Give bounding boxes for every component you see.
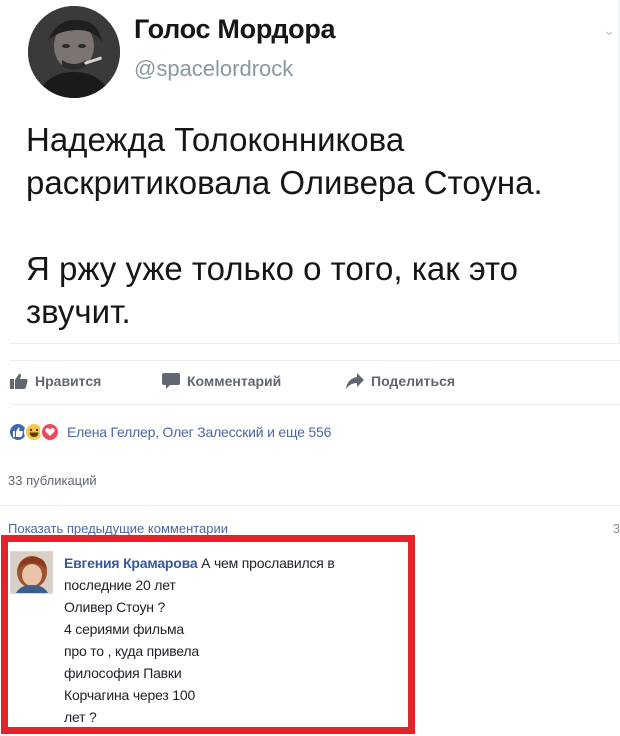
divider (10, 404, 620, 405)
chevron-down-icon[interactable]: ⌄ (603, 22, 615, 39)
comment-text-line: Оливер Стоун ? (64, 599, 166, 615)
comment-icon (162, 373, 180, 389)
divider (10, 360, 620, 361)
comment-text-line: Корчагина через 100 (64, 687, 196, 703)
commenter-avatar[interactable] (10, 551, 53, 594)
tweet-paragraph: Я ржу уже только о того, как это звучит. (26, 250, 519, 330)
like-button[interactable]: Нравится (10, 373, 101, 389)
tweet-author-name[interactable]: Голос Мордора (134, 14, 336, 45)
like-label: Нравится (35, 373, 102, 389)
embedded-tweet: Голос Мордора @spacelordrock ⌄ Надежда Т… (10, 0, 620, 344)
comment-label: Комментарий (187, 373, 282, 389)
love-icon (40, 422, 60, 442)
comment-text-line: лет ? (64, 709, 97, 725)
reactors-text[interactable]: Елена Геллер, Олег Залесский и еще 556 (67, 424, 331, 440)
share-arrow-icon (346, 373, 364, 389)
highlighted-comment: Евгения Крамарова А чем прославился в по… (1, 535, 415, 734)
show-previous-comments-link[interactable]: Показать предыдущие комментарии (8, 521, 228, 536)
share-label: Поделиться (371, 373, 456, 389)
reactions-summary[interactable]: Елена Геллер, Олег Залесский и еще 556 (8, 421, 331, 443)
shares-count[interactable]: 33 публикаций (8, 473, 97, 488)
commenter-name[interactable]: Евгения Крамарова (64, 555, 198, 571)
comment-text-line: философия Павки (64, 665, 182, 681)
tweet-text: Надежда Толоконникова раскритиковала Оли… (26, 118, 620, 333)
comment-text: А чем прославился в (201, 555, 335, 571)
tweet-author-avatar[interactable] (28, 6, 120, 98)
tweet-author-handle[interactable]: @spacelordrock (134, 56, 293, 82)
comment-text-line: 4 сериями фильма (64, 621, 184, 637)
share-button[interactable]: Поделиться (346, 373, 455, 389)
tweet-paragraph: Надежда Толоконникова раскритиковала Оли… (26, 121, 543, 201)
thumbs-up-icon (10, 373, 28, 389)
comments-count: 3 (612, 521, 620, 536)
comment-text-line: про то , куда привела (64, 643, 199, 659)
post-actions-bar: Нравится Комментарий Поделиться (10, 362, 620, 402)
divider (0, 505, 620, 506)
comment-button[interactable]: Комментарий (162, 373, 281, 389)
comment-text-line: последние 20 лет (64, 577, 176, 593)
comment-body: Евгения Крамарова А чем прославился в по… (64, 552, 404, 728)
